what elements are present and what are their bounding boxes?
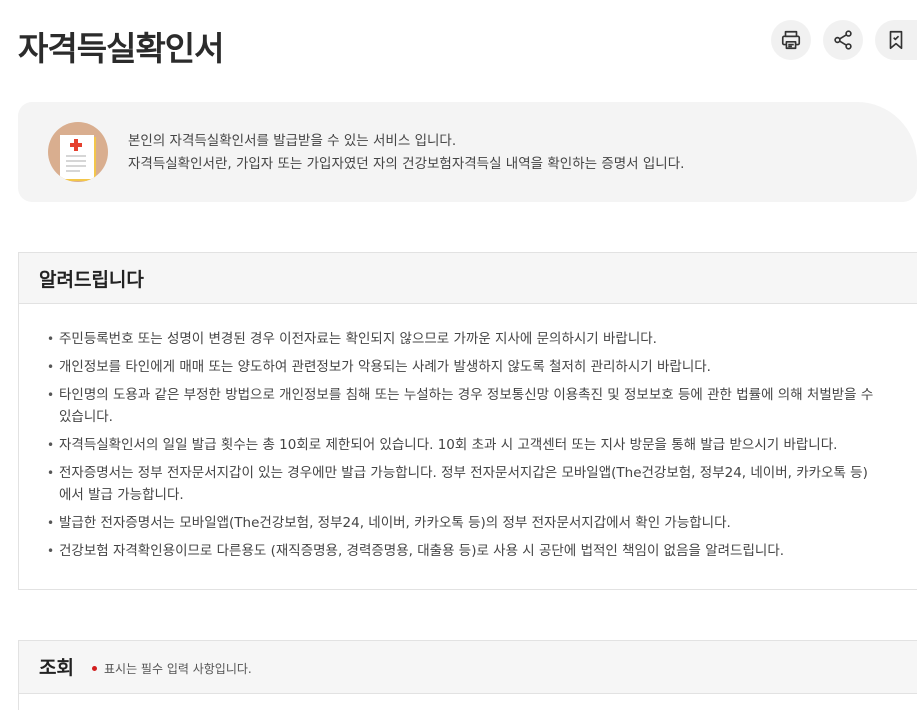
bookmark-button[interactable] — [875, 20, 917, 60]
notice-title: 알려드립니다 — [39, 269, 144, 291]
document-icon — [48, 122, 108, 182]
page-title: 자격득실확인서 — [18, 29, 225, 68]
notice-item: 개인정보를 타인에게 매매 또는 양도하여 관련정보가 악용되는 사례가 발생하… — [47, 356, 877, 378]
print-button[interactable] — [771, 20, 811, 60]
bookmark-icon — [889, 30, 903, 50]
notice-item: 타인명의 도용과 같은 부정한 방법으로 개인정보를 침해 또는 누설하는 경우… — [47, 384, 877, 428]
notice-item: 건강보험 자격확인용이므로 다른용도 (재직증명용, 경력증명용, 대출용 등)… — [47, 540, 877, 562]
intro-line-2: 자격득실확인서란, 가입자 또는 가입자였던 자의 건강보험자격득실 내역을 확… — [128, 156, 685, 172]
required-marker — [92, 666, 97, 671]
notice-body: 주민등록번호 또는 성명이 변경된 경우 이전자료는 확인되지 않으므로 가까운… — [18, 303, 917, 590]
query-body — [18, 693, 917, 710]
notice-header: 알려드립니다 — [18, 252, 917, 304]
notice-item: 전자증명서는 정부 전자문서지갑이 있는 경우에만 발급 가능합니다. 정부 전… — [47, 462, 877, 506]
notice-list: 주민등록번호 또는 성명이 변경된 경우 이전자료는 확인되지 않으므로 가까운… — [47, 328, 877, 568]
required-note: 표시는 필수 입력 사항입니다. — [104, 662, 252, 676]
share-button[interactable] — [823, 20, 863, 60]
intro-text: 본인의 자격득실확인서를 발급받을 수 있는 서비스 입니다. 자격득실확인서란… — [128, 130, 684, 176]
query-header: 조회 표시는 필수 입력 사항입니다. — [18, 640, 917, 694]
intro-line-1: 본인의 자격득실확인서를 발급받을 수 있는 서비스 입니다. — [128, 133, 457, 149]
query-title: 조회 — [39, 657, 74, 679]
notice-item: 발급한 전자증명서는 모바일앱(The건강보험, 정부24, 네이버, 카카오톡… — [47, 512, 877, 534]
share-icon — [834, 30, 852, 50]
notice-item: 주민등록번호 또는 성명이 변경된 경우 이전자료는 확인되지 않으므로 가까운… — [47, 328, 877, 350]
service-intro-box: 본인의 자격득실확인서를 발급받을 수 있는 서비스 입니다. 자격득실확인서란… — [18, 102, 917, 202]
print-icon — [781, 30, 801, 50]
notice-item: 자격득실확인서의 일일 발급 횟수는 총 10회로 제한되어 있습니다. 10회… — [47, 434, 877, 456]
page-actions — [771, 20, 917, 60]
